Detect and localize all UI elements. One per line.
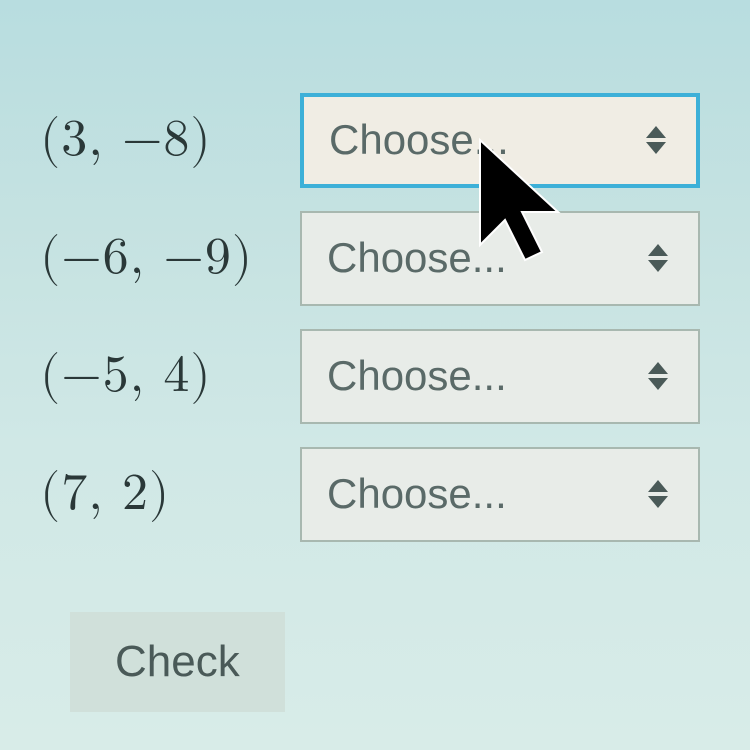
dropdown-text: Choose... (327, 470, 507, 518)
dropdown-3[interactable]: Choose... (300, 329, 700, 424)
dropdown-1[interactable]: Choose... (300, 93, 700, 188)
row-2: (−6, −9) Choose... (40, 208, 720, 308)
coordinate-label: (7, 2) (40, 463, 300, 525)
check-button[interactable]: Check (70, 612, 285, 712)
coordinate-label: (3, −8) (40, 109, 300, 171)
dropdown-text: Choose... (329, 116, 509, 164)
row-3: (−5, 4) Choose... (40, 326, 720, 426)
matching-form: (3, −8) Choose... (−6, −9) Choose... (−5… (0, 0, 750, 742)
updown-icon (648, 480, 668, 508)
updown-icon (648, 362, 668, 390)
coordinate-label: (−5, 4) (40, 345, 300, 407)
row-1: (3, −8) Choose... (40, 90, 720, 190)
row-4: (7, 2) Choose... (40, 444, 720, 544)
dropdown-text: Choose... (327, 234, 507, 282)
dropdown-2[interactable]: Choose... (300, 211, 700, 306)
updown-icon (646, 126, 666, 154)
dropdown-text: Choose... (327, 352, 507, 400)
updown-icon (648, 244, 668, 272)
coordinate-label: (−6, −9) (40, 227, 300, 289)
dropdown-4[interactable]: Choose... (300, 447, 700, 542)
